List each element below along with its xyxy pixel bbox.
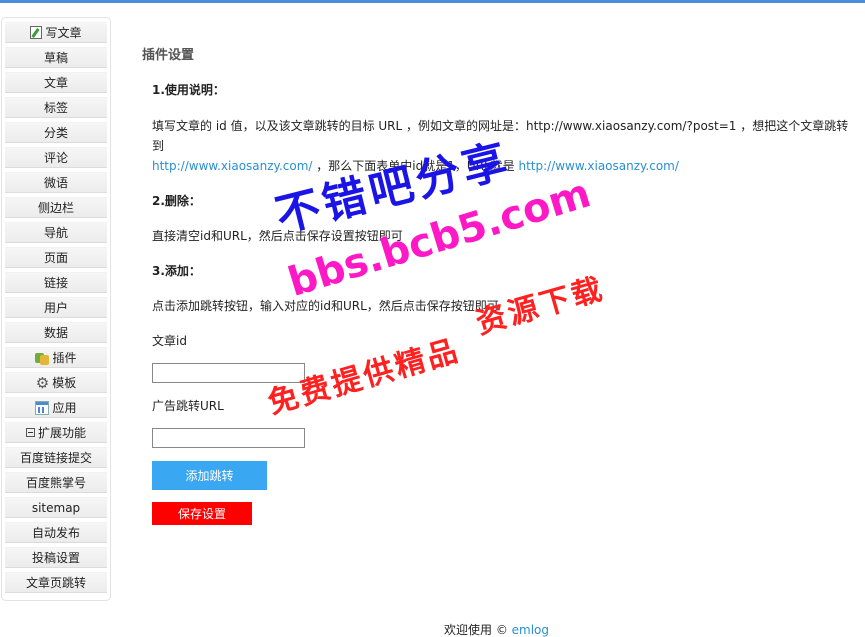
save-settings-button[interactable]: 保存设置 (152, 502, 252, 525)
sidebar-item-extensions[interactable]: 扩展功能 (5, 422, 107, 443)
sidebar-item-drafts[interactable]: 草稿 (5, 47, 107, 68)
sidebar-item-label: 插件 (52, 351, 77, 365)
sidebar-item-label: 链接 (43, 276, 68, 290)
sidebar-item-label: 百度链接提交 (19, 451, 92, 465)
example-link-a[interactable]: http://www.xiaosanzy.com/ (152, 159, 312, 173)
sidebar-item-submission-settings[interactable]: 投稿设置 (5, 547, 107, 568)
page-title: 插件设置 (142, 48, 195, 63)
collapse-box-icon (25, 428, 35, 437)
pen-icon (30, 26, 43, 39)
sidebar-item-label: 评论 (43, 151, 68, 165)
main-content: 插件设置 (142, 44, 862, 64)
footer: 欢迎使用 © emlog (444, 621, 549, 637)
sidebar-item-label: 投稿设置 (31, 551, 80, 565)
example-link-b[interactable]: http://www.xiaosanzy.com/ (518, 159, 678, 173)
sidebar-item-label: 文章页跳转 (25, 576, 86, 590)
sidebar-item-label: 自动发布 (31, 526, 80, 540)
redirect-url-label: 广告跳转URL (152, 399, 224, 413)
sidebar-item-tags[interactable]: 标签 (5, 97, 107, 118)
sidebar-item-microposts[interactable]: 微语 (5, 172, 107, 193)
sidebar-item-label: 文章 (43, 76, 68, 90)
sidebar-item-label: 扩展功能 (37, 426, 86, 440)
sidebar-item-label: 微语 (43, 176, 68, 190)
sidebar-item-posts[interactable]: 文章 (5, 72, 107, 93)
plugin-icon (35, 351, 50, 365)
sidebar-item-label: 页面 (43, 251, 68, 265)
sidebar-item-sitemap[interactable]: sitemap (5, 497, 107, 518)
sidebar-item-label: 分类 (43, 126, 68, 140)
sidebar-item-categories[interactable]: 分类 (5, 122, 107, 143)
sidebar-item-label: 模板 (52, 376, 77, 390)
sidebar-item-write-post[interactable]: 写文章 (5, 22, 107, 43)
sidebar-item-label: 侧边栏 (37, 201, 74, 215)
sidebar-item-label: 应用 (52, 401, 77, 415)
sidebar-item-label: 百度熊掌号 (25, 476, 86, 490)
sidebar-item-sidebar[interactable]: 侧边栏 (5, 197, 107, 218)
app-icon (35, 400, 50, 415)
sidebar-item-users[interactable]: 用户 (5, 297, 107, 318)
sidebar-item-label: 写文章 (45, 26, 82, 40)
sidebar-item-apps[interactable]: 应用 (5, 397, 107, 418)
sidebar-item-label: 用户 (43, 301, 68, 315)
sidebar-item-plugins[interactable]: 插件 (5, 347, 107, 368)
emlog-link[interactable]: emlog (512, 623, 549, 637)
sidebar-item-post-redirect[interactable]: 文章页跳转 (5, 572, 107, 593)
sidebar-item-templates[interactable]: ⚙ 模板 (5, 372, 107, 393)
sidebar-item-label: 草稿 (43, 51, 68, 65)
gear-icon: ⚙ (35, 373, 50, 392)
sidebar-item-auto-publish[interactable]: 自动发布 (5, 522, 107, 543)
footer-text: 欢迎使用 © (444, 623, 512, 637)
add-redirect-button[interactable]: 添加跳转 (152, 461, 267, 490)
sidebar-item-baidu-link-submit[interactable]: 百度链接提交 (5, 447, 107, 468)
sidebar-item-label: sitemap (31, 500, 81, 515)
section-heading-add: 3.添加： (152, 264, 201, 278)
section-heading-usage: 1.使用说明： (152, 83, 225, 97)
sidebar-item-label: 导航 (43, 226, 68, 240)
sidebar-item-label: 标签 (43, 101, 68, 115)
sidebar-nav: 写文章 草稿 文章 标签 分类 评论 微语 侧边栏 导航 页面 链接 用户 数据… (1, 17, 111, 601)
sidebar-item-data[interactable]: 数据 (5, 322, 107, 343)
sidebar-item-comments[interactable]: 评论 (5, 147, 107, 168)
top-accent-bar (0, 0, 865, 3)
sidebar-item-label: 数据 (43, 326, 68, 340)
sidebar-item-baidu-xiongzhang[interactable]: 百度熊掌号 (5, 472, 107, 493)
sidebar-item-links[interactable]: 链接 (5, 272, 107, 293)
sidebar-item-navigation[interactable]: 导航 (5, 222, 107, 243)
redirect-url-input[interactable] (152, 428, 305, 448)
sidebar-item-pages[interactable]: 页面 (5, 247, 107, 268)
